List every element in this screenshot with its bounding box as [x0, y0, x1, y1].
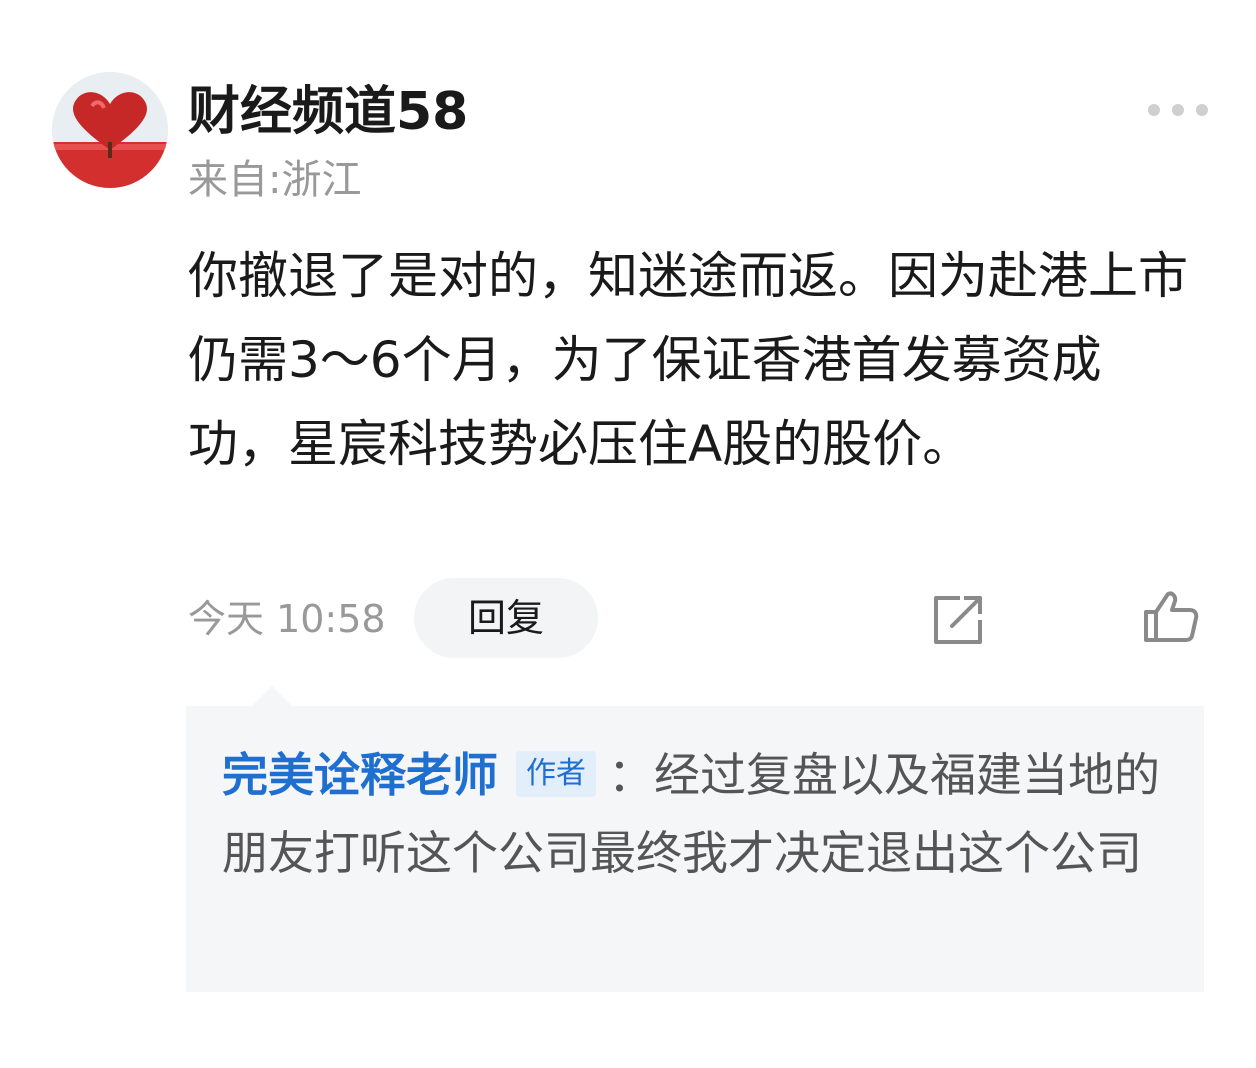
- like-button[interactable]: [1142, 588, 1200, 646]
- more-dots-icon: [1148, 104, 1160, 116]
- comment-timestamp: 今天 10:58: [188, 597, 386, 641]
- thumbs-up-icon: [1144, 591, 1199, 642]
- share-icon: [934, 596, 982, 644]
- reply-content: 完美诠释老师 作者 ：经过复盘以及福建当地的朋友打听这个公司最终我才决定退出这个公司: [222, 736, 1182, 892]
- avatar[interactable]: [52, 72, 168, 188]
- reply-pointer: [252, 686, 292, 706]
- reply-author-name[interactable]: 完美诠释老师: [222, 748, 498, 802]
- more-options-button[interactable]: [1148, 92, 1208, 128]
- location-label: 来自:浙江: [188, 157, 362, 203]
- share-button[interactable]: [930, 592, 986, 648]
- comment-text: 你撤退了是对的，知迷途而返。因为赴港上市仍需3～6个月，为了保证香港首发募资成功…: [188, 247, 1188, 473]
- avatar-heart-tree-image: [52, 72, 168, 188]
- username[interactable]: 财经频道58: [188, 80, 468, 144]
- reply-button[interactable]: 回复: [414, 578, 598, 658]
- reply-separator: ：: [608, 748, 654, 802]
- author-badge: 作者: [516, 751, 596, 797]
- reply-preview[interactable]: 完美诠释老师 作者 ：经过复盘以及福建当地的朋友打听这个公司最终我才决定退出这个公司: [186, 706, 1204, 992]
